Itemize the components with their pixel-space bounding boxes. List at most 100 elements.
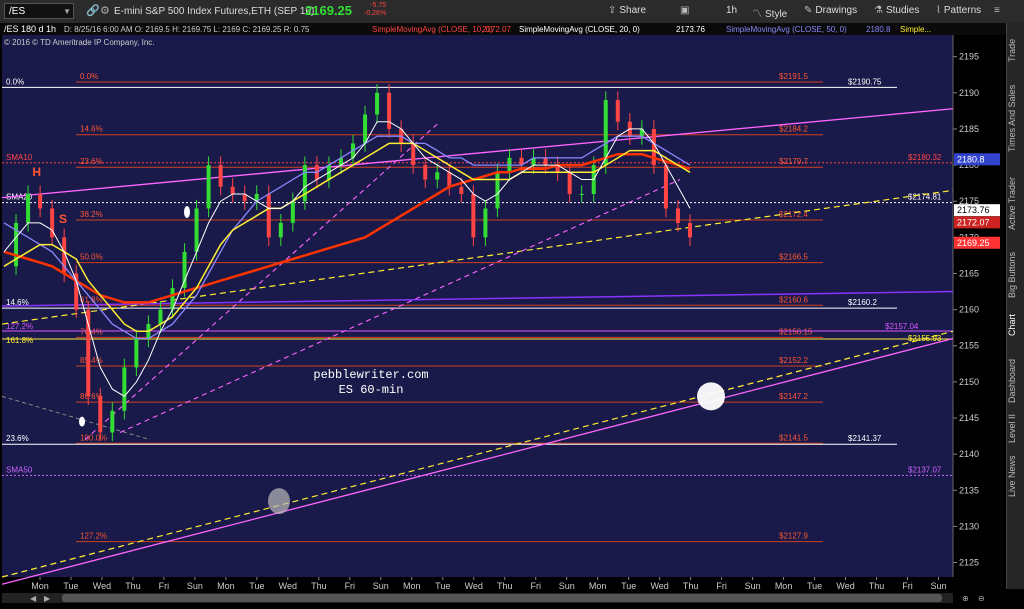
price-candle <box>471 193 476 238</box>
y-tick-label: 2185 <box>959 124 979 134</box>
y-tick-label: 2140 <box>959 449 979 459</box>
copyright: © 2016 © TD Ameritrade IP Company, Inc. <box>4 38 155 47</box>
change-value: -5.75 <box>370 2 387 9</box>
y-tick-label: 2125 <box>959 558 979 568</box>
tab-dashboard[interactable]: Dashboard <box>1007 353 1024 409</box>
extension-level-label: 127.2% <box>6 322 33 331</box>
price-candle <box>218 165 223 187</box>
white-level-label: 23.6% <box>6 434 29 443</box>
price-candle <box>134 338 139 368</box>
price-tag-value: 2173.76 <box>957 205 990 215</box>
interval-button[interactable]: 1h <box>726 5 737 16</box>
symbol-input[interactable]: /ES ▼ <box>4 3 74 19</box>
style-button[interactable]: 〽 Style <box>752 5 787 20</box>
tab-trade[interactable]: Trade <box>1007 33 1024 67</box>
tab-chart[interactable]: Chart <box>1007 308 1024 342</box>
drawings-label: Drawings <box>815 5 858 16</box>
price-candle <box>158 309 163 325</box>
fib-level-pct: 50.0% <box>80 253 103 262</box>
white-marker <box>79 416 85 427</box>
scroll-right-icon[interactable]: ▶ <box>44 594 51 603</box>
gear-icon[interactable]: ⚙ <box>100 4 110 17</box>
fib-level-price: $2147.2 <box>779 392 808 401</box>
sma50-value: 2180.8 <box>866 25 891 34</box>
chart-settings-button[interactable]: ▣ <box>680 5 692 16</box>
fib-level-pct: 38.2% <box>80 210 103 219</box>
tab-live-news[interactable]: Live News <box>1007 451 1024 501</box>
x-tick-label: Fri <box>530 581 541 591</box>
x-tick-label: Thu <box>125 581 141 591</box>
tab-level-ii[interactable]: Level II <box>1007 411 1024 445</box>
chart-area[interactable]: 2125213021352140214521502155216021652170… <box>0 23 1024 606</box>
x-tick-label: Thu <box>311 581 327 591</box>
share-button[interactable]: ⇪ Share <box>608 5 646 16</box>
tab-big-buttons[interactable]: Big Buttons <box>1007 245 1024 305</box>
price-candle <box>543 157 548 166</box>
price-candle <box>663 165 668 209</box>
fib-level-price: $2191.5 <box>779 72 808 81</box>
sma10-label: SimpleMovingAvg (CLOSE, 10, 0) <box>372 25 493 34</box>
pattern-label: H <box>32 165 41 179</box>
fib-level-pct: 14.6% <box>80 125 103 134</box>
price-chart[interactable]: 2125213021352140214521502155216021652170… <box>0 23 1006 606</box>
zoom-out-icon[interactable]: ⊖ <box>978 594 985 603</box>
price-candle <box>423 165 428 180</box>
sma20-value: 2173.76 <box>676 25 705 34</box>
white-level-price: $2141.37 <box>848 434 882 443</box>
toolbar: /ES ▼ 🔗 ⚙ E-mini S&P 500 Index Futures,E… <box>0 0 1024 24</box>
y-tick-label: 2190 <box>959 88 979 98</box>
price-candle <box>122 367 127 411</box>
fib-level-price: $2160.6 <box>779 295 808 304</box>
y-tick-label: 2130 <box>959 521 979 531</box>
drawings-button[interactable]: ✎ Drawings <box>804 5 857 16</box>
zoom-icon[interactable]: ⊕ <box>962 594 969 603</box>
chevron-down-icon[interactable]: ▼ <box>63 4 71 20</box>
y-tick-label: 2160 <box>959 305 979 315</box>
price-candle <box>447 172 452 187</box>
fib-level-pct: 0.0% <box>80 72 98 81</box>
menu-button[interactable]: ≡ <box>994 5 1003 16</box>
patterns-button[interactable]: ⌇ Patterns <box>936 5 981 16</box>
price-candle <box>194 208 199 252</box>
sma-level-price: $2137.07 <box>908 465 942 474</box>
y-tick-label: 2195 <box>959 52 979 62</box>
fib-level-price: $2152.2 <box>779 356 808 365</box>
price-candle <box>26 193 31 223</box>
scrollbar-thumb[interactable] <box>62 594 942 602</box>
x-tick-label: Mon <box>217 581 235 591</box>
x-tick-label: Tue <box>249 581 264 591</box>
tab-times-and-sales[interactable]: Times And Sales <box>1007 78 1024 158</box>
settings-icon: ▣ <box>680 5 690 16</box>
price-candle <box>483 208 488 238</box>
sma-level-label: SMA10 <box>6 153 33 162</box>
price-candle <box>435 172 440 180</box>
price-candle <box>675 208 680 223</box>
studies-button[interactable]: ⚗ Studies <box>874 5 919 16</box>
x-tick-label: Tue <box>63 581 78 591</box>
sma-level-price: $2180.32 <box>908 153 942 162</box>
link-icon[interactable]: 🔗 <box>86 4 100 17</box>
price-candle <box>290 201 295 223</box>
symbol-text: /ES <box>9 6 26 17</box>
extension-level-label: 161.8% <box>6 336 33 345</box>
x-tick-label: Sun <box>930 581 946 591</box>
x-tick-label: Wed <box>93 581 111 591</box>
patterns-label: Patterns <box>943 5 982 16</box>
price-candle <box>375 92 380 115</box>
price-candle <box>278 222 283 238</box>
price-tag-value: 2180.8 <box>957 154 985 164</box>
price-candle <box>182 251 187 288</box>
x-tick-label: Fri <box>716 581 727 591</box>
side-tabs: Trade Times And Sales Active Trader Big … <box>1006 23 1024 589</box>
x-tick-label: Sun <box>187 581 203 591</box>
plot-background <box>2 35 953 577</box>
pencil-icon: ✎ <box>804 5 813 16</box>
fib-level-pct: 100.0% <box>80 433 107 442</box>
price-candle <box>363 114 368 144</box>
x-tick-label: Fri <box>902 581 913 591</box>
scroll-left-icon[interactable]: ◀ <box>30 594 37 603</box>
x-tick-label: Tue <box>621 581 636 591</box>
x-tick-label: Wed <box>279 581 297 591</box>
tab-active-trader[interactable]: Active Trader <box>1007 168 1024 238</box>
fib-level-price: $2172.4 <box>779 210 808 219</box>
